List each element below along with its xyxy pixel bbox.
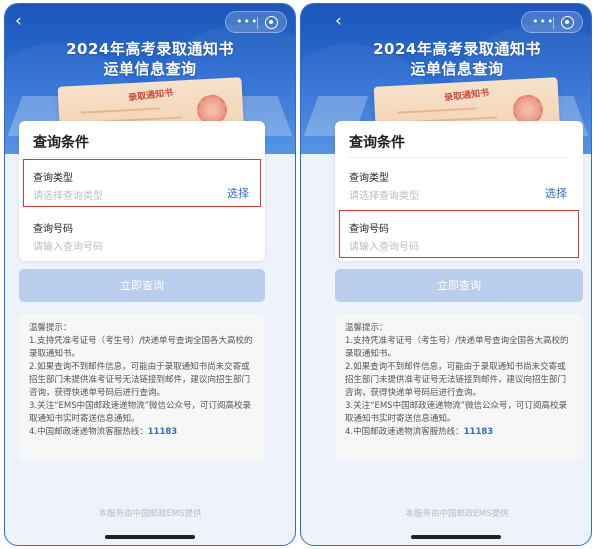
card-title: 查询条件 bbox=[349, 135, 405, 151]
tips-heading: 温馨提示： bbox=[345, 323, 388, 333]
hotline-label: 4.中国邮政速递物流客服热线： bbox=[345, 427, 464, 437]
hotline-link[interactable]: 11183 bbox=[464, 427, 494, 437]
hotline-label: 4.中国邮政速递物流客服热线： bbox=[29, 427, 148, 437]
submit-button[interactable]: 立即查询 bbox=[19, 269, 265, 302]
tips-panel: 温馨提示： 1.支持凭准考证号（考生号）/快递单号查询全国各大高校的录取通知书。… bbox=[335, 314, 583, 460]
choose-button[interactable]: 选择 bbox=[545, 185, 567, 201]
type-select[interactable]: 请选择查询类型 bbox=[349, 187, 419, 202]
tips-line: 4.中国邮政速递物流客服热线：11183 bbox=[29, 426, 255, 439]
query-card: 查询条件 查询类型 请选择查询类型 选择 查询号码 请输入查询号码 bbox=[19, 121, 265, 261]
capsule-divider bbox=[257, 17, 258, 29]
divider bbox=[33, 157, 251, 158]
home-indicator[interactable] bbox=[105, 535, 195, 539]
back-icon[interactable]: ‹ bbox=[15, 11, 22, 31]
tips-line: 2.如果查询不到邮件信息，可能由于录取通知书尚未交寄或招生部门未提供准考证号无法… bbox=[345, 362, 567, 398]
number-input[interactable]: 请输入查询号码 bbox=[33, 238, 103, 253]
page-title: 2024年高考录取通知书 bbox=[66, 40, 234, 58]
number-label: 查询号码 bbox=[33, 224, 73, 235]
phone-screen-right: ‹ ••• 2024年高考录取通知书 运单信息查询 录取通知书 查询条件 查询类… bbox=[300, 3, 592, 546]
tips-line: 3.关注“EMS中国邮政速递物流”微信公众号，可订阅高校录取通知书实时寄送信息通… bbox=[345, 401, 568, 424]
capsule-divider bbox=[553, 17, 554, 29]
more-icon[interactable]: ••• bbox=[532, 15, 554, 28]
comparison-canvas: ‹ ••• 2024年高考录取通知书 运单信息查询 录取通知书 查询条件 查询类… bbox=[0, 0, 600, 549]
envelope-line bbox=[80, 107, 161, 114]
footer-note: 本服务由中国邮政EMS提供 bbox=[98, 509, 202, 519]
nav-bar: ‹ ••• bbox=[5, 10, 295, 34]
close-target-icon[interactable] bbox=[265, 16, 278, 29]
submit-button[interactable]: 立即查询 bbox=[335, 269, 583, 302]
close-target-icon[interactable] bbox=[561, 16, 574, 29]
footer-note: 本服务由中国邮政EMS提供 bbox=[405, 509, 509, 519]
envelope-line bbox=[396, 107, 477, 114]
tips-line: 1.支持凭准考证号（考生号）/快递单号查询全国各大高校的录取通知书。 bbox=[345, 336, 569, 359]
tips-panel: 温馨提示： 1.支持凭准考证号（考生号）/快递单号查询全国各大高校的录取通知书。… bbox=[19, 314, 265, 460]
tips-line: 2.如果查询不到邮件信息，可能由于录取通知书尚未交寄或招生部门未提供准考证号无法… bbox=[29, 362, 251, 398]
highlight-box bbox=[23, 159, 261, 207]
tips-heading: 温馨提示： bbox=[29, 323, 72, 333]
highlight-box bbox=[339, 210, 579, 258]
more-icon[interactable]: ••• bbox=[236, 15, 258, 28]
tips-line: 3.关注“EMS中国邮政速递物流”微信公众号，可订阅高校录取通知书实时寄送信息通… bbox=[29, 401, 252, 424]
page-subtitle: 运单信息查询 bbox=[410, 60, 504, 78]
mini-program-capsule: ••• bbox=[521, 11, 583, 33]
page-title: 2024年高考录取通知书 bbox=[373, 40, 541, 58]
card-title: 查询条件 bbox=[33, 135, 89, 151]
hotline-link[interactable]: 11183 bbox=[148, 427, 178, 437]
divider bbox=[349, 157, 569, 158]
back-icon[interactable]: ‹ bbox=[335, 11, 342, 31]
query-card: 查询条件 查询类型 请选择查询类型 选择 查询号码 请输入查询号码 bbox=[335, 121, 583, 261]
envelope-text: 录取通知书 bbox=[127, 88, 174, 104]
type-label: 查询类型 bbox=[349, 173, 389, 184]
envelope-text: 录取通知书 bbox=[443, 88, 490, 104]
tips-line: 1.支持凭准考证号（考生号）/快递单号查询全国各大高校的录取通知书。 bbox=[29, 336, 253, 359]
page-subtitle: 运单信息查询 bbox=[103, 60, 197, 78]
tips-line: 4.中国邮政速递物流客服热线：11183 bbox=[345, 426, 573, 439]
home-indicator[interactable] bbox=[411, 535, 501, 539]
nav-bar: ‹ ••• bbox=[301, 10, 591, 34]
mini-program-capsule: ••• bbox=[225, 11, 287, 33]
phone-screen-left: ‹ ••• 2024年高考录取通知书 运单信息查询 录取通知书 查询条件 查询类… bbox=[4, 3, 296, 546]
